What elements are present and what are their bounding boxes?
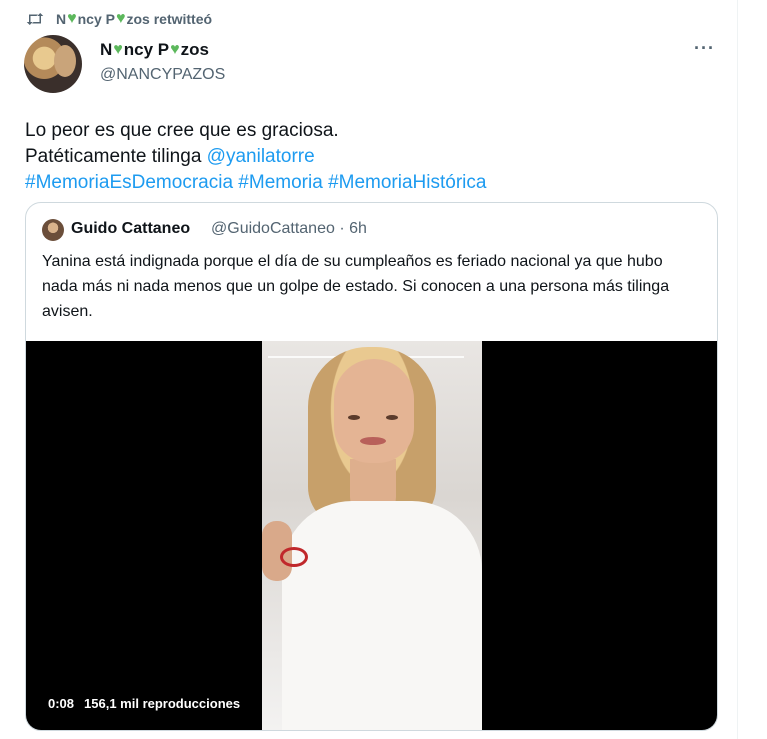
tweet-line-1: Lo peor es que cree que es graciosa. (25, 120, 339, 141)
video-player[interactable]: 0:08 156,1 mil reproducciones (26, 341, 717, 730)
video-stats-badge: 0:08 156,1 mil reproducciones (42, 691, 247, 715)
hashtags-line: #MemoriaEsDemocracia #Memoria #MemoriaHi… (25, 170, 725, 196)
hashtag-link[interactable]: #MemoriaHistórica (328, 172, 486, 193)
quoted-avatar[interactable] (42, 219, 64, 241)
author-handle[interactable]: @NANCYPAZOS (100, 66, 225, 84)
author-name[interactable]: N ♥ ncy P ♥ zos (100, 40, 209, 60)
retweet-icon (26, 13, 44, 25)
video-time: 0:08 (48, 695, 75, 711)
hashtag-link[interactable]: #Memoria (238, 172, 322, 193)
green-heart-icon: ♥ (115, 10, 126, 27)
quoted-author-handle[interactable]: @GuidoCattaneo · 6h (211, 220, 367, 238)
avatar[interactable] (24, 35, 82, 93)
retweeter-name-part: ncy P (77, 11, 115, 27)
author-name-part: N (100, 40, 113, 59)
green-heart-icon: ♥ (67, 10, 77, 27)
video-frame (262, 341, 482, 730)
mention-link[interactable]: @yanilatorre (207, 146, 315, 167)
more-options-button[interactable]: ··· (694, 38, 715, 59)
quoted-author-name[interactable]: Guido Cattaneo (71, 220, 190, 238)
tweet-line-2: Patéticamente tilinga @yanilatorre (25, 144, 725, 170)
hashtag-link[interactable]: #MemoriaEsDemocracia (25, 172, 233, 193)
retweet-context[interactable]: N ♥ ncy P ♥ zos retwitteó (26, 8, 212, 30)
tweet-text: Lo peor es que cree que es graciosa. Pat… (25, 118, 725, 196)
quoted-tweet[interactable]: Guido Cattaneo @GuidoCattaneo · 6h Yanin… (25, 202, 718, 731)
column-border (737, 0, 738, 739)
retweet-label: zos retwitteó (126, 11, 213, 27)
tweet-line-2-text: Patéticamente tilinga (25, 146, 207, 167)
video-views: 156,1 mil reproducciones (84, 695, 241, 711)
author-name-part: ncy P (123, 40, 170, 59)
green-heart-icon: ♥ (113, 41, 123, 58)
retweeter-name-part: N (56, 11, 67, 27)
quoted-tweet-text: Yanina está indignada porque el día de s… (42, 253, 670, 320)
author-name-part: zos (180, 40, 209, 59)
green-heart-icon: ♥ (170, 41, 180, 58)
